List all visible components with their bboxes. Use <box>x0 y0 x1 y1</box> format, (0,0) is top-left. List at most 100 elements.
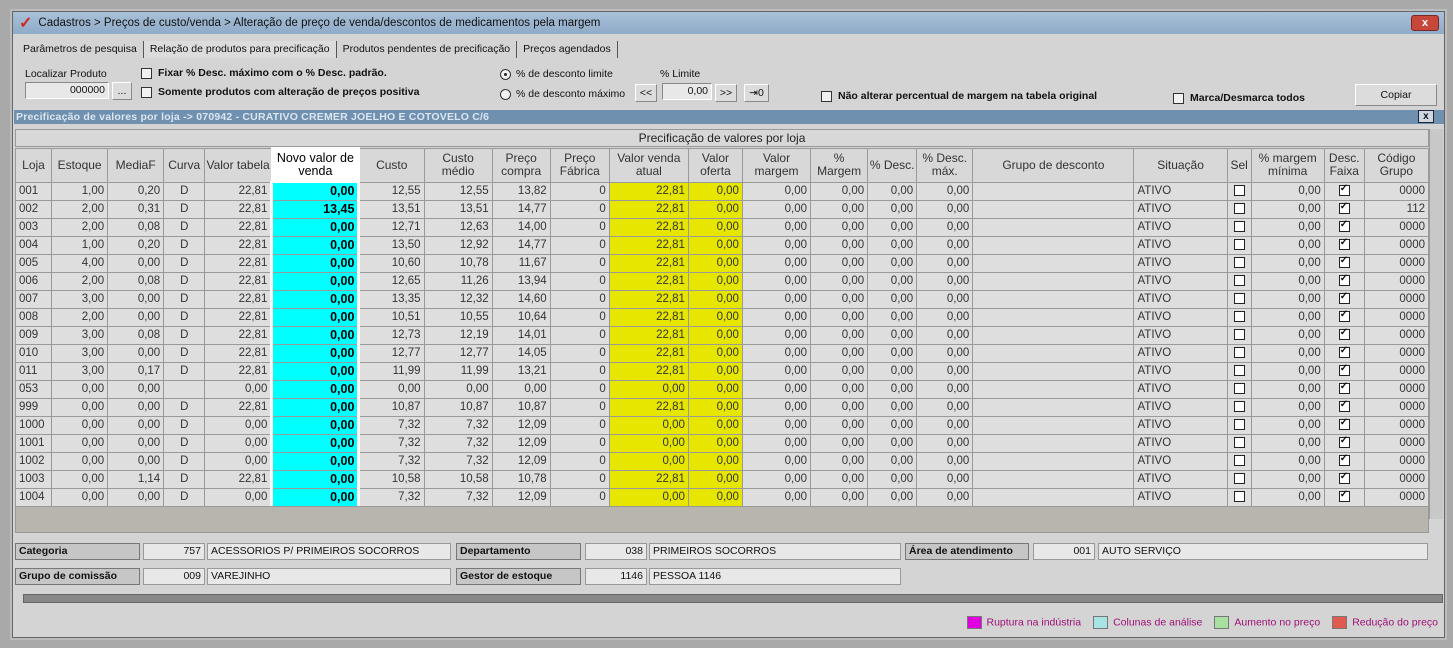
column-header[interactable]: Estoque <box>51 147 109 183</box>
column-header[interactable]: Custo <box>358 147 425 183</box>
cell-20[interactable] <box>1323 253 1365 273</box>
cell-5[interactable]: 0,00 <box>270 451 361 471</box>
table-row[interactable]: 1004 0,00 0,00 D 0,00 0,00 7,32 7,32 12,09 0 0,00 0… <box>14 487 1430 507</box>
cell-5[interactable]: 0,00 <box>270 379 361 399</box>
tab-produtos-pendentes[interactable]: Produtos pendentes de precificação <box>337 41 518 58</box>
cell-5[interactable]: 13,45 <box>270 199 361 219</box>
cell-18[interactable] <box>1226 217 1252 237</box>
column-header[interactable]: Desc. Faixa <box>1323 147 1365 183</box>
cell-20[interactable] <box>1323 415 1365 435</box>
table-row[interactable]: 999 0,00 0,00 D 22,81 0,00 10,87 10,87 10,87 0 22,… <box>14 397 1430 417</box>
table-row[interactable]: 011 3,00 0,17 D 22,81 0,00 11,99 11,99 13,21 0 22,… <box>14 361 1430 381</box>
cell-20[interactable] <box>1323 343 1365 363</box>
desc-faixa-checkbox[interactable] <box>1338 255 1350 269</box>
cell-18[interactable] <box>1226 271 1252 291</box>
radio-icon[interactable] <box>500 68 511 80</box>
limite-input[interactable]: 0,00 <box>662 83 712 100</box>
table-row[interactable]: 003 2,00 0,08 D 22,81 0,00 12,71 12,63 14,00 0 22,… <box>14 217 1430 237</box>
table-row[interactable]: 005 4,00 0,00 D 22,81 0,00 10,60 10,78 11,67 0 22,… <box>14 253 1430 273</box>
cell-20[interactable] <box>1323 361 1365 381</box>
cell-20[interactable] <box>1323 451 1365 471</box>
table-row[interactable]: 007 3,00 0,00 D 22,81 0,00 13,35 12,32 14,60 0 22,… <box>14 289 1430 309</box>
cell-5[interactable]: 0,00 <box>270 361 361 381</box>
column-header[interactable]: Novo valor de venda <box>270 147 360 183</box>
desc-faixa-checkbox[interactable] <box>1338 237 1350 251</box>
cell-18[interactable] <box>1226 199 1252 219</box>
column-header[interactable]: Preço compra <box>491 147 551 183</box>
checkbox-box[interactable] <box>141 86 152 98</box>
sel-checkbox[interactable] <box>1233 347 1245 359</box>
cell-5[interactable]: 0,00 <box>270 289 361 309</box>
radio-icon[interactable] <box>500 88 511 100</box>
cell-18[interactable] <box>1226 307 1252 327</box>
cell-18[interactable] <box>1226 469 1252 489</box>
sel-checkbox[interactable] <box>1233 221 1245 233</box>
cell-5[interactable]: 0,00 <box>270 415 361 435</box>
desc-faixa-checkbox[interactable] <box>1338 471 1350 485</box>
desc-faixa-checkbox[interactable] <box>1338 291 1350 305</box>
column-header[interactable]: Loja <box>14 147 53 183</box>
cell-18[interactable] <box>1226 451 1252 471</box>
checkbox-box[interactable] <box>1173 92 1184 104</box>
next-button[interactable]: >> <box>715 84 737 102</box>
cell-20[interactable] <box>1323 217 1365 237</box>
marca-desmarca-checkbox[interactable]: Marca/Desmarca todos <box>1173 92 1305 104</box>
table-row[interactable]: 006 2,00 0,08 D 22,81 0,00 12,65 11,26 13,94 0 22,… <box>14 271 1430 291</box>
column-header[interactable]: % margem mínima <box>1250 147 1325 183</box>
cell-20[interactable] <box>1323 307 1365 327</box>
sel-checkbox[interactable] <box>1233 275 1245 287</box>
sel-checkbox[interactable] <box>1233 437 1245 449</box>
checkbox-box[interactable] <box>821 90 832 102</box>
table-row[interactable]: 1001 0,00 0,00 D 0,00 0,00 7,32 7,32 12,09 0 0,00 0… <box>14 433 1430 453</box>
apply-zero-button[interactable]: ⇥0 <box>744 84 769 102</box>
cell-5[interactable]: 0,00 <box>270 469 361 489</box>
cell-18[interactable] <box>1226 487 1252 507</box>
table-row[interactable]: 002 2,00 0,31 D 22,81 13,45 13,51 13,51 14,77 0 22… <box>14 199 1430 219</box>
cell-20[interactable] <box>1323 433 1365 453</box>
cell-20[interactable] <box>1323 469 1365 489</box>
sel-checkbox[interactable] <box>1233 311 1245 323</box>
cell-5[interactable]: 0,00 <box>270 343 361 363</box>
cell-18[interactable] <box>1226 361 1252 381</box>
column-header[interactable]: Situação <box>1133 147 1228 183</box>
sel-checkbox[interactable] <box>1233 293 1245 305</box>
desc-faixa-checkbox[interactable] <box>1338 363 1350 377</box>
column-header[interactable]: Sel <box>1226 147 1252 183</box>
column-header[interactable]: % Margem <box>810 147 869 183</box>
desc-faixa-checkbox[interactable] <box>1338 309 1350 323</box>
vertical-scrollbar[interactable] <box>1429 129 1443 519</box>
column-header[interactable]: Valor venda atual <box>608 147 689 183</box>
cell-5[interactable]: 0,00 <box>270 253 361 273</box>
checkbox-box[interactable] <box>141 67 152 79</box>
cell-5[interactable]: 0,00 <box>270 235 361 255</box>
column-header[interactable]: Curva <box>163 147 206 183</box>
sel-checkbox[interactable] <box>1233 491 1245 503</box>
desc-faixa-checkbox[interactable] <box>1338 417 1350 431</box>
fixar-checkbox[interactable]: Fixar % Desc. máximo com o % Desc. padrã… <box>141 67 387 79</box>
sel-checkbox[interactable] <box>1233 419 1245 431</box>
desc-faixa-checkbox[interactable] <box>1338 453 1350 467</box>
table-row[interactable]: 053 0,00 0,00 0,00 0,00 0,00 0,00 0,00 0 0,00 0,00… <box>14 379 1430 399</box>
tab-parametros[interactable]: Parâmetros de pesquisa <box>17 41 144 58</box>
cell-5[interactable]: 0,00 <box>270 181 361 201</box>
sel-checkbox[interactable] <box>1233 401 1245 413</box>
cell-20[interactable] <box>1323 235 1365 255</box>
cell-20[interactable] <box>1323 397 1365 417</box>
column-header[interactable]: MediaF <box>107 147 165 183</box>
prev-button[interactable]: << <box>635 84 657 102</box>
cell-5[interactable]: 0,00 <box>270 433 361 453</box>
column-header[interactable]: Preço Fábrica <box>549 147 610 183</box>
cell-18[interactable] <box>1226 379 1252 399</box>
cell-18[interactable] <box>1226 253 1252 273</box>
desc-faixa-checkbox[interactable] <box>1338 489 1350 503</box>
desc-faixa-checkbox[interactable] <box>1338 273 1350 287</box>
sel-checkbox[interactable] <box>1233 239 1245 251</box>
cell-5[interactable]: 0,00 <box>270 271 361 291</box>
nao-alterar-checkbox[interactable]: Não alterar percentual de margem na tabe… <box>821 90 1097 102</box>
table-row[interactable]: 1003 0,00 1,14 D 22,81 0,00 10,58 10,58 10,78 0 22… <box>14 469 1430 489</box>
window-close-button[interactable]: x <box>1411 15 1439 31</box>
cell-20[interactable] <box>1323 487 1365 507</box>
table-row[interactable]: 008 2,00 0,00 D 22,81 0,00 10,51 10,55 10,64 0 22,… <box>14 307 1430 327</box>
cell-5[interactable]: 0,00 <box>270 397 361 417</box>
column-header[interactable]: % Desc. <box>867 147 918 183</box>
